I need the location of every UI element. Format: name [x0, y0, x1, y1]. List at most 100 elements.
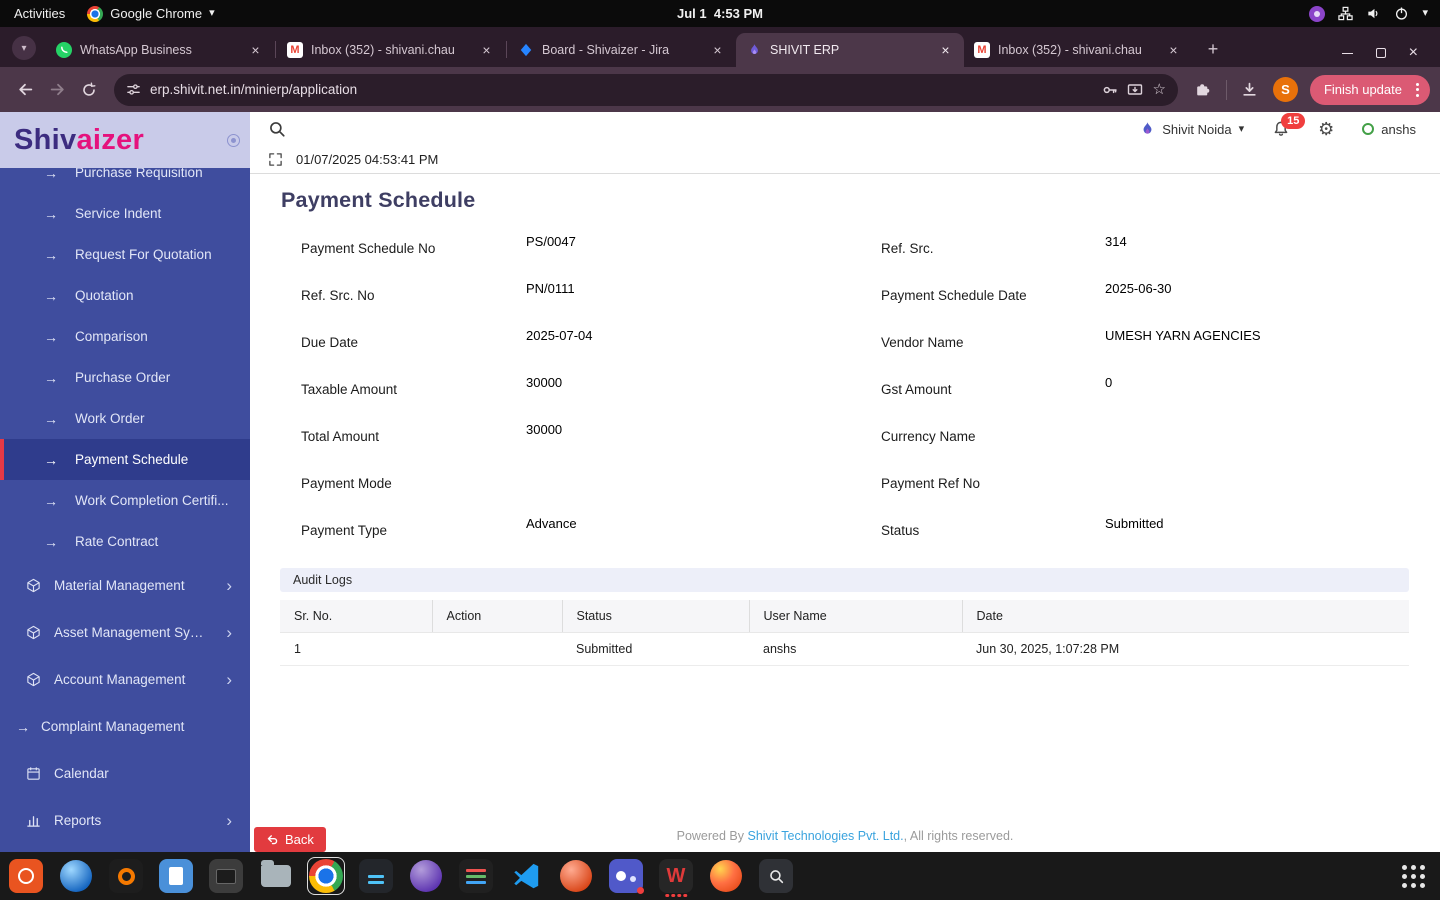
close-icon[interactable]: ×	[1165, 42, 1182, 59]
fullscreen-icon[interactable]	[268, 152, 283, 167]
main-content: Payment Schedule Payment Schedule No PS/…	[250, 174, 1440, 852]
close-icon[interactable]: ×	[937, 42, 954, 59]
sidebar-item-account-management[interactable]: Account Management ›	[0, 656, 250, 703]
tab-separator	[275, 41, 276, 58]
sidebar-item-rate-contract[interactable]: → Rate Contract	[0, 521, 250, 562]
system-clock[interactable]: Jul 1 4:53 PM	[677, 6, 763, 21]
screenshot-tool-icon[interactable]	[757, 857, 795, 895]
sidebar-toggle-icon[interactable]	[227, 133, 240, 147]
sidebar-item-asset-management[interactable]: Asset Management Sys... ›	[0, 609, 250, 656]
chevron-right-icon: ›	[226, 622, 232, 642]
new-tab-button[interactable]: +	[1200, 36, 1226, 62]
back-nav-button[interactable]	[10, 75, 40, 105]
ubuntu-icon[interactable]	[7, 857, 45, 895]
search-icon[interactable]	[268, 120, 286, 138]
color-lines-app-icon[interactable]	[457, 857, 495, 895]
sidebar-item-purchase-order[interactable]: → Purchase Order	[0, 357, 250, 398]
tab-jira[interactable]: Board - Shivaizer - Jira ×	[508, 33, 736, 67]
vscode-icon[interactable]	[507, 857, 545, 895]
notifications-button[interactable]: 15	[1272, 113, 1306, 138]
sidebar-item-complaint-management[interactable]: → Complaint Management	[0, 703, 250, 750]
sidebar-item-work-order[interactable]: → Work Order	[0, 398, 250, 439]
field-value: UMESH YARN AGENCIES	[1105, 328, 1261, 343]
purple-sphere-app-icon[interactable]	[407, 857, 445, 895]
tab-shivit-erp[interactable]: SHIVIT ERP ×	[736, 33, 964, 67]
terminal-app-icon[interactable]	[207, 857, 245, 895]
password-key-icon[interactable]	[1102, 82, 1118, 98]
downloads-icon[interactable]	[1235, 75, 1265, 105]
sidebar-item-comparison[interactable]: → Comparison	[0, 316, 250, 357]
dock: W	[0, 852, 1440, 900]
field-row: Payment Schedule No PS/0047 Ref. Src. 31…	[301, 225, 1410, 272]
address-bar[interactable]: erp.shivit.net.in/minierp/application ☆	[114, 73, 1178, 106]
tab-title: Board - Shivaizer - Jira	[542, 43, 670, 57]
forward-nav-button[interactable]	[42, 75, 72, 105]
tray-indicator-icon[interactable]	[1309, 5, 1326, 22]
close-icon[interactable]: ×	[478, 42, 495, 59]
bookmark-star-icon[interactable]: ☆	[1152, 82, 1165, 97]
org-name: Shivit Noida	[1162, 121, 1232, 137]
browser-menu-icon[interactable]	[1412, 82, 1423, 97]
company-link[interactable]: Shivit Technologies Pvt. Ltd.	[747, 829, 903, 843]
power-icon[interactable]	[1394, 6, 1409, 21]
wps-office-icon[interactable]: W	[657, 857, 695, 897]
field-value: Advance	[526, 516, 577, 531]
site-settings-icon[interactable]	[126, 82, 141, 97]
tab-gmail-2[interactable]: M Inbox (352) - shivani.chau ×	[964, 33, 1192, 67]
tree-status-icon[interactable]	[1338, 6, 1354, 21]
files-app-icon[interactable]	[257, 857, 295, 895]
extensions-puzzle-icon[interactable]	[1188, 75, 1218, 105]
chevron-down-icon: ▾	[209, 7, 215, 19]
close-window-button[interactable]: ×	[1409, 45, 1418, 61]
online-status-icon	[1362, 123, 1375, 135]
sidebar-item-reports[interactable]: Reports ›	[0, 797, 250, 844]
cube-icon	[26, 578, 41, 593]
restore-button[interactable]	[1375, 48, 1386, 58]
table-header-row: Sr. No. Action Status User Name Date	[280, 600, 1409, 633]
minimize-button[interactable]	[1341, 52, 1353, 54]
finish-update-label: Finish update	[1323, 82, 1402, 97]
chrome-dock-icon[interactable]	[307, 857, 345, 895]
field-label: Payment Type	[301, 523, 388, 538]
gmail-icon: M	[974, 42, 990, 58]
back-button[interactable]: Back	[254, 827, 326, 852]
cast-screen-icon[interactable]	[1127, 82, 1143, 98]
field-label: Ref. Src. No	[301, 288, 375, 303]
clocks-app-icon[interactable]	[107, 857, 145, 895]
focused-app-menu[interactable]: Google Chrome ▾	[87, 5, 215, 22]
console-app-icon[interactable]	[357, 857, 395, 895]
finish-update-button[interactable]: Finish update	[1309, 74, 1430, 105]
tab-search-button[interactable]: ▾	[12, 36, 36, 60]
teams-icon[interactable]	[607, 857, 645, 895]
orange-sphere-app-icon[interactable]	[557, 857, 595, 895]
close-icon[interactable]: ×	[247, 42, 264, 59]
blue-sphere-app-icon[interactable]	[57, 857, 95, 895]
sidebar-item-request-for-quotation[interactable]: → Request For Quotation	[0, 234, 250, 275]
chevron-down-icon[interactable]: ▾	[1422, 8, 1428, 19]
firefox-icon[interactable]	[707, 857, 745, 895]
gear-icon[interactable]: ⚙	[1318, 120, 1334, 138]
volume-icon[interactable]	[1366, 6, 1381, 21]
sidebar-item-work-completion-certificate[interactable]: → Work Completion Certifi...	[0, 480, 250, 521]
reload-button[interactable]	[74, 75, 104, 105]
field-value: 2025-06-30	[1105, 281, 1172, 296]
tab-gmail-1[interactable]: M Inbox (352) - shivani.chau ×	[277, 33, 505, 67]
tab-title: WhatsApp Business	[80, 43, 192, 57]
show-apps-grid-icon[interactable]	[1402, 864, 1425, 888]
text-editor-app-icon[interactable]	[157, 857, 195, 895]
tab-whatsapp[interactable]: WhatsApp Business ×	[46, 33, 274, 67]
activities-button[interactable]: Activities	[14, 6, 65, 21]
sidebar-item-service-indent[interactable]: → Service Indent	[0, 193, 250, 234]
audit-logs-section: Audit Logs Sr. No. Action Status User Na…	[280, 568, 1409, 666]
user-menu[interactable]: anshs	[1362, 122, 1416, 137]
close-icon[interactable]: ×	[709, 42, 726, 59]
sidebar-item-quotation[interactable]: → Quotation	[0, 275, 250, 316]
org-selector[interactable]: Shivit Noida ▾	[1140, 121, 1244, 137]
sidebar-item-material-management[interactable]: Material Management ›	[0, 562, 250, 609]
sidebar-item-payment-schedule[interactable]: → Payment Schedule	[0, 439, 250, 480]
profile-avatar[interactable]: S	[1272, 77, 1298, 102]
field-label: Status	[881, 523, 920, 538]
sidebar-item-calendar[interactable]: Calendar	[0, 750, 250, 797]
field-value: PS/0047	[526, 234, 576, 249]
notification-dot	[637, 887, 644, 894]
